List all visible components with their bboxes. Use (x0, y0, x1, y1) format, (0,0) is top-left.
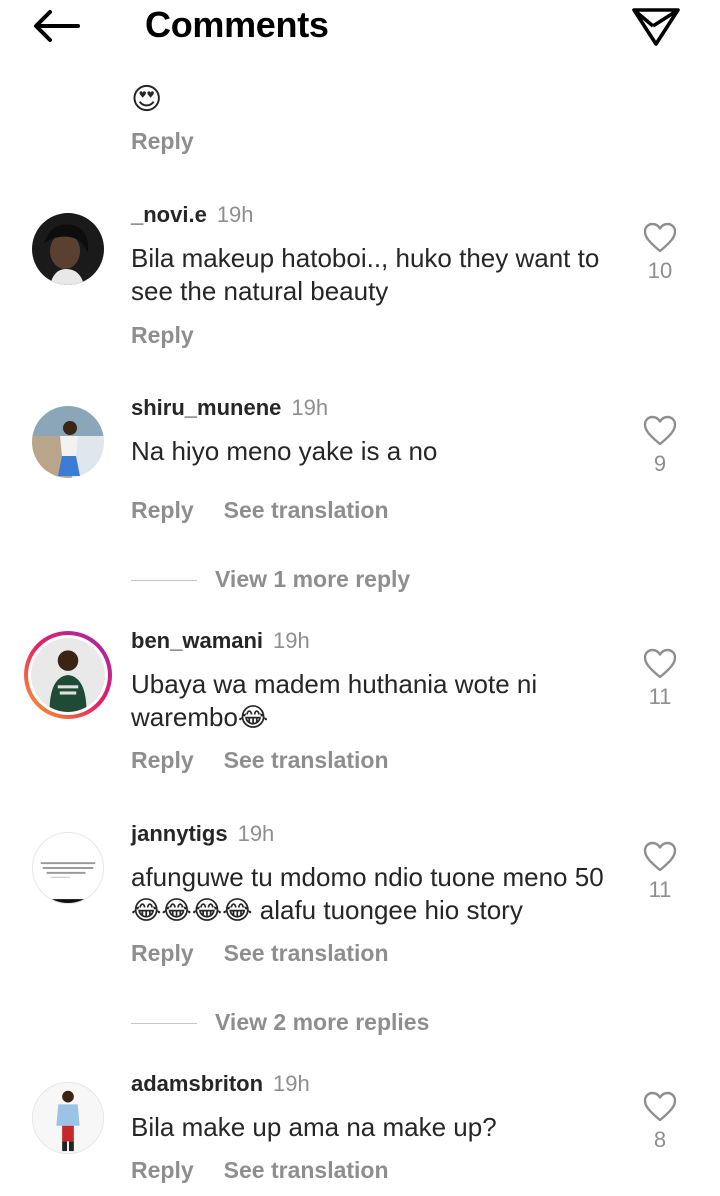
like-button[interactable]: 11 (640, 648, 680, 710)
avatar[interactable] (32, 832, 104, 904)
like-button[interactable]: 10 (640, 222, 680, 284)
like-button[interactable]: 9 (640, 415, 680, 477)
reply-button[interactable]: Reply (131, 747, 194, 773)
see-translation-button[interactable]: See translation (224, 1157, 389, 1183)
like-count: 11 (648, 684, 672, 709)
timestamp: 19h (237, 821, 275, 846)
heart-icon (643, 415, 677, 446)
header: Comments (0, 0, 720, 56)
see-translation-button[interactable]: See translation (224, 497, 389, 523)
username[interactable]: ben_wamani (131, 628, 263, 653)
comment-text: Na hiyo meno yake is a no (131, 436, 438, 466)
like-button[interactable]: 8 (640, 1091, 680, 1153)
comment-text: Ubaya wa madem huthania wote ni warembo😂 (131, 669, 538, 732)
username[interactable]: _novi.e (131, 202, 207, 227)
share-button[interactable] (630, 4, 682, 48)
avatar[interactable] (32, 406, 104, 478)
comment-text: Bila make up ama na make up? (131, 1112, 497, 1142)
heart-icon (643, 841, 677, 872)
see-translation-button[interactable]: See translation (224, 747, 389, 773)
like-button[interactable]: 11 (640, 841, 680, 903)
username[interactable]: jannytigs (131, 821, 228, 846)
reply-button[interactable]: Reply (131, 322, 194, 348)
divider-line (131, 580, 197, 582)
avatar[interactable] (32, 1082, 104, 1154)
reply-button[interactable]: Reply (131, 128, 194, 155)
reply-button[interactable]: Reply (131, 940, 194, 966)
comment-text: Bila makeup hatoboi.., huko they want to… (131, 243, 600, 306)
timestamp: 19h (273, 1071, 310, 1096)
divider-line (131, 1023, 197, 1025)
reply-button[interactable]: Reply (131, 497, 194, 523)
comment-text: afunguwe tu mdomo ndio tuone meno 50 😂😂😂… (131, 862, 604, 925)
avatar[interactable] (32, 213, 104, 285)
paper-plane-icon (632, 8, 680, 46)
like-count: 11 (648, 877, 672, 902)
avatar[interactable] (24, 631, 112, 719)
heart-icon (643, 648, 677, 679)
like-count: 10 (647, 258, 673, 283)
username[interactable]: adamsbriton (131, 1071, 263, 1096)
view-more-replies-button[interactable]: View 1 more reply (131, 566, 410, 593)
back-button[interactable] (30, 6, 82, 46)
like-count: 8 (653, 1127, 667, 1152)
timestamp: 19h (291, 395, 329, 420)
see-translation-button[interactable]: See translation (224, 940, 389, 966)
heart-icon (643, 222, 677, 253)
timestamp: 19h (216, 202, 254, 227)
view-more-replies-button[interactable]: View 2 more replies (131, 1009, 429, 1036)
like-count: 9 (653, 451, 667, 476)
comment-emoji: 😍 (131, 82, 163, 117)
timestamp: 19h (273, 628, 310, 653)
heart-icon (643, 1091, 677, 1122)
back-arrow-icon (34, 10, 80, 42)
reply-button[interactable]: Reply (131, 1157, 194, 1183)
username[interactable]: shiru_munene (131, 395, 281, 420)
page-title: Comments (145, 4, 329, 45)
